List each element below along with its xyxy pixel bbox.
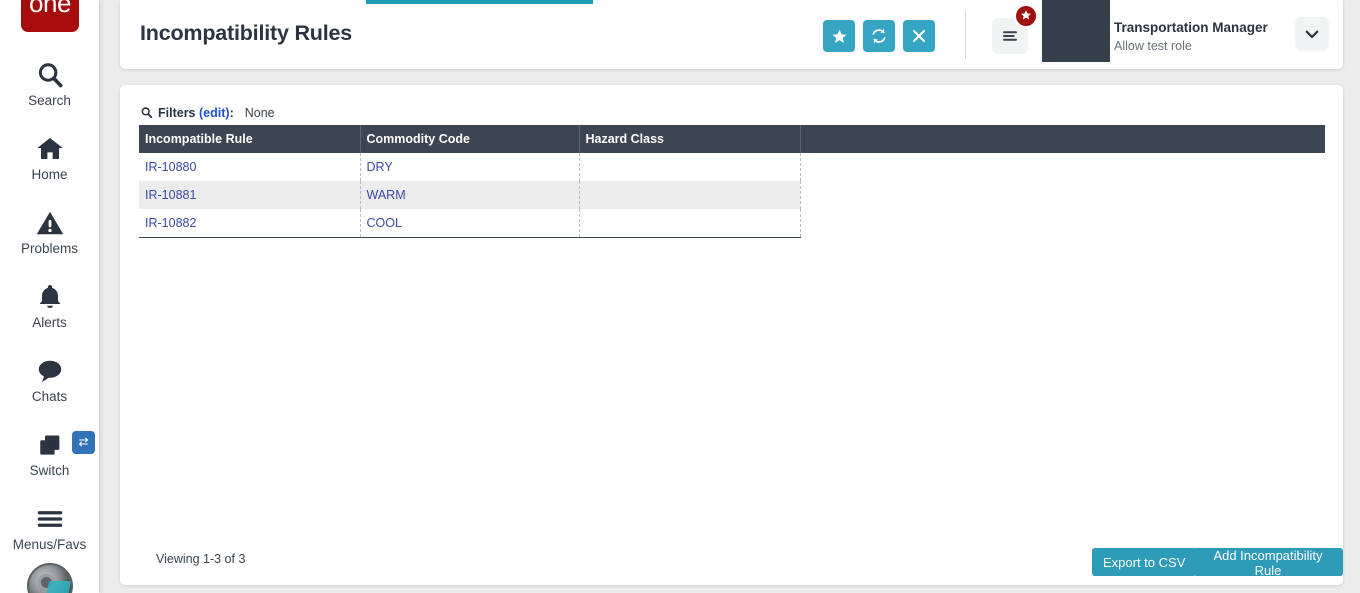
filters-value: None xyxy=(244,106,275,120)
close-button[interactable] xyxy=(903,20,935,52)
cell-blank xyxy=(800,153,1325,181)
export-csv-button[interactable]: Export to CSV xyxy=(1092,548,1197,576)
cell-blank xyxy=(800,181,1325,209)
user-avatar-icon[interactable] xyxy=(27,563,73,593)
cell-incompatible-rule: IR-10882 xyxy=(139,209,361,238)
close-x-icon xyxy=(911,28,927,43)
warning-triangle-icon xyxy=(0,206,99,240)
main-area: Incompatibility Rules Transportation Man… xyxy=(99,0,1360,593)
favorite-button[interactable] xyxy=(823,20,855,52)
cell-hazard-class xyxy=(579,181,801,209)
rule-link[interactable]: IR-10882 xyxy=(145,216,196,230)
column-header-incompatible-rule[interactable]: Incompatible Rule xyxy=(139,125,360,153)
active-tab-indicator xyxy=(366,0,593,4)
search-icon xyxy=(0,58,99,92)
star-icon xyxy=(831,28,848,43)
content-card: Filters (edit): None Incompatible Rule Co… xyxy=(120,85,1343,585)
home-icon xyxy=(0,132,99,166)
chat-bubble-icon xyxy=(0,354,99,388)
hamburger-icon xyxy=(0,502,99,536)
add-incompatibility-rule-button[interactable]: Add Incompatibility Rule xyxy=(1193,548,1343,578)
refresh-icon xyxy=(870,28,888,44)
refresh-button[interactable] xyxy=(863,20,895,52)
avatar[interactable] xyxy=(1042,0,1110,62)
cell-blank xyxy=(800,209,1325,237)
sidebar-item-label: Home xyxy=(31,167,68,182)
incompatibility-rules-table: Incompatible Rule Commodity Code Hazard … xyxy=(139,125,1325,238)
user-menu-toggle[interactable] xyxy=(1295,17,1329,51)
column-header-commodity-code[interactable]: Commodity Code xyxy=(359,125,579,153)
table-row[interactable]: IR-10880 DRY xyxy=(139,153,1325,181)
cell-hazard-class xyxy=(579,153,801,181)
sidebar-item-label: Search xyxy=(28,93,71,108)
cell-incompatible-rule: IR-10880 xyxy=(139,153,361,181)
filters-edit-link[interactable]: (edit) xyxy=(199,106,230,120)
search-icon xyxy=(140,106,153,122)
page-title: Incompatibility Rules xyxy=(140,21,353,45)
table-row[interactable]: IR-10881 WARM xyxy=(139,181,1325,209)
star-badge-icon xyxy=(1014,4,1038,28)
header-divider xyxy=(965,12,966,59)
sidebar-item-label: Switch xyxy=(29,463,70,478)
page-header: Incompatibility Rules Transportation Man… xyxy=(120,0,1343,69)
sidebar-item-alerts[interactable]: Alerts xyxy=(0,280,99,330)
chevron-down-icon xyxy=(1303,30,1321,46)
column-header-blank xyxy=(799,125,1325,153)
cell-commodity-code: WARM xyxy=(360,181,580,209)
cell-commodity-code: COOL xyxy=(360,209,580,238)
user-name: Transportation Manager xyxy=(1114,20,1268,35)
column-header-hazard-class[interactable]: Hazard Class xyxy=(578,125,800,153)
record-count: Viewing 1-3 of 3 xyxy=(156,552,246,566)
sidebar-item-label: Menus/Favs xyxy=(12,537,87,552)
app-logo[interactable]: one xyxy=(21,0,79,32)
sidebar-item-chats[interactable]: Chats xyxy=(0,354,99,404)
swap-arrows-icon[interactable]: ⇄ xyxy=(72,431,95,454)
sidebar-item-label: Alerts xyxy=(32,315,67,330)
sidebar-item-search[interactable]: Search xyxy=(0,58,99,108)
sidebar-item-label: Chats xyxy=(31,389,68,404)
cell-hazard-class xyxy=(579,209,801,238)
bell-icon xyxy=(0,280,99,314)
sidebar-item-label: Problems xyxy=(20,241,79,256)
filters-colon: : xyxy=(229,106,234,120)
sidebar-item-home[interactable]: Home xyxy=(0,132,99,182)
rule-link[interactable]: IR-10880 xyxy=(145,160,196,174)
hamburger-menu-icon xyxy=(1001,31,1019,48)
filters-label: Filters xyxy=(158,106,196,120)
left-sidebar: one Search Home Problems Alerts Chats Sw… xyxy=(0,0,99,593)
user-role: Allow test role xyxy=(1114,39,1192,53)
filters-bar: Filters (edit): None xyxy=(140,106,275,122)
cell-incompatible-rule: IR-10881 xyxy=(139,181,361,209)
sidebar-item-menus-favs[interactable]: Menus/Favs xyxy=(0,502,99,552)
cell-commodity-code: DRY xyxy=(360,153,580,181)
table-header-row: Incompatible Rule Commodity Code Hazard … xyxy=(139,125,1325,153)
table-row[interactable]: IR-10882 COOL xyxy=(139,209,1325,238)
sidebar-item-problems[interactable]: Problems xyxy=(0,206,99,256)
rule-link[interactable]: IR-10881 xyxy=(145,188,196,202)
